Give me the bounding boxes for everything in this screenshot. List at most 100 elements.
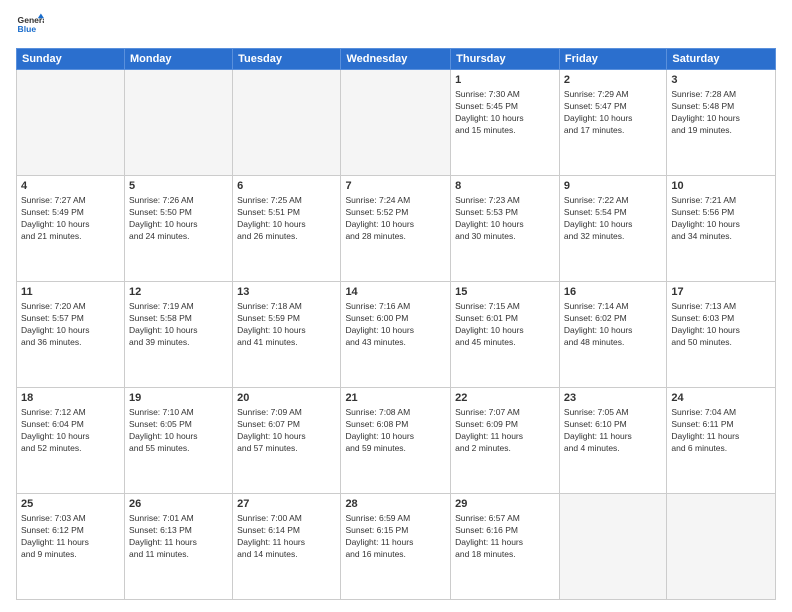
day-info: Sunrise: 7:01 AMSunset: 6:13 PMDaylight:… (129, 513, 228, 561)
day-number: 4 (21, 179, 120, 194)
calendar-table: SundayMondayTuesdayWednesdayThursdayFrid… (16, 48, 776, 600)
calendar-cell: 23Sunrise: 7:05 AMSunset: 6:10 PMDayligh… (559, 388, 666, 494)
day-number: 28 (345, 497, 446, 512)
calendar-cell: 26Sunrise: 7:01 AMSunset: 6:13 PMDayligh… (124, 494, 232, 600)
calendar-cell: 5Sunrise: 7:26 AMSunset: 5:50 PMDaylight… (124, 176, 232, 282)
day-number: 23 (564, 391, 662, 406)
day-number: 11 (21, 285, 120, 300)
day-number: 18 (21, 391, 120, 406)
calendar-week-2: 4Sunrise: 7:27 AMSunset: 5:49 PMDaylight… (17, 176, 776, 282)
calendar-week-5: 25Sunrise: 7:03 AMSunset: 6:12 PMDayligh… (17, 494, 776, 600)
day-info: Sunrise: 7:18 AMSunset: 5:59 PMDaylight:… (237, 301, 336, 349)
day-number: 20 (237, 391, 336, 406)
calendar-cell: 14Sunrise: 7:16 AMSunset: 6:00 PMDayligh… (341, 282, 451, 388)
day-info: Sunrise: 7:25 AMSunset: 5:51 PMDaylight:… (237, 195, 336, 243)
day-info: Sunrise: 7:12 AMSunset: 6:04 PMDaylight:… (21, 407, 120, 455)
day-number: 17 (671, 285, 771, 300)
calendar-week-4: 18Sunrise: 7:12 AMSunset: 6:04 PMDayligh… (17, 388, 776, 494)
weekday-header-monday: Monday (124, 49, 232, 70)
day-info: Sunrise: 7:03 AMSunset: 6:12 PMDaylight:… (21, 513, 120, 561)
day-number: 9 (564, 179, 662, 194)
calendar-cell: 29Sunrise: 6:57 AMSunset: 6:16 PMDayligh… (451, 494, 560, 600)
calendar-cell: 4Sunrise: 7:27 AMSunset: 5:49 PMDaylight… (17, 176, 125, 282)
calendar-cell: 18Sunrise: 7:12 AMSunset: 6:04 PMDayligh… (17, 388, 125, 494)
weekday-header-wednesday: Wednesday (341, 49, 451, 70)
weekday-header-row: SundayMondayTuesdayWednesdayThursdayFrid… (17, 49, 776, 70)
calendar-cell: 10Sunrise: 7:21 AMSunset: 5:56 PMDayligh… (667, 176, 776, 282)
calendar-cell: 15Sunrise: 7:15 AMSunset: 6:01 PMDayligh… (451, 282, 560, 388)
day-info: Sunrise: 7:00 AMSunset: 6:14 PMDaylight:… (237, 513, 336, 561)
calendar-cell: 9Sunrise: 7:22 AMSunset: 5:54 PMDaylight… (559, 176, 666, 282)
day-info: Sunrise: 7:28 AMSunset: 5:48 PMDaylight:… (671, 89, 771, 137)
calendar-cell: 3Sunrise: 7:28 AMSunset: 5:48 PMDaylight… (667, 70, 776, 176)
calendar-cell (233, 70, 341, 176)
day-info: Sunrise: 6:59 AMSunset: 6:15 PMDaylight:… (345, 513, 446, 561)
day-number: 3 (671, 73, 771, 88)
logo: General Blue (16, 12, 44, 40)
day-info: Sunrise: 7:10 AMSunset: 6:05 PMDaylight:… (129, 407, 228, 455)
day-number: 12 (129, 285, 228, 300)
day-number: 13 (237, 285, 336, 300)
day-number: 21 (345, 391, 446, 406)
calendar-cell: 16Sunrise: 7:14 AMSunset: 6:02 PMDayligh… (559, 282, 666, 388)
weekday-header-friday: Friday (559, 49, 666, 70)
calendar-cell: 11Sunrise: 7:20 AMSunset: 5:57 PMDayligh… (17, 282, 125, 388)
logo-icon: General Blue (16, 12, 44, 40)
day-number: 10 (671, 179, 771, 194)
calendar-cell (124, 70, 232, 176)
weekday-header-thursday: Thursday (451, 49, 560, 70)
day-number: 24 (671, 391, 771, 406)
day-info: Sunrise: 7:07 AMSunset: 6:09 PMDaylight:… (455, 407, 555, 455)
day-info: Sunrise: 7:04 AMSunset: 6:11 PMDaylight:… (671, 407, 771, 455)
day-number: 14 (345, 285, 446, 300)
calendar-cell: 21Sunrise: 7:08 AMSunset: 6:08 PMDayligh… (341, 388, 451, 494)
day-info: Sunrise: 7:13 AMSunset: 6:03 PMDaylight:… (671, 301, 771, 349)
day-number: 8 (455, 179, 555, 194)
calendar-week-3: 11Sunrise: 7:20 AMSunset: 5:57 PMDayligh… (17, 282, 776, 388)
calendar-cell: 27Sunrise: 7:00 AMSunset: 6:14 PMDayligh… (233, 494, 341, 600)
calendar-cell: 25Sunrise: 7:03 AMSunset: 6:12 PMDayligh… (17, 494, 125, 600)
calendar-cell (17, 70, 125, 176)
day-number: 1 (455, 73, 555, 88)
day-info: Sunrise: 7:09 AMSunset: 6:07 PMDaylight:… (237, 407, 336, 455)
day-info: Sunrise: 7:24 AMSunset: 5:52 PMDaylight:… (345, 195, 446, 243)
calendar-cell: 20Sunrise: 7:09 AMSunset: 6:07 PMDayligh… (233, 388, 341, 494)
day-info: Sunrise: 7:15 AMSunset: 6:01 PMDaylight:… (455, 301, 555, 349)
day-number: 7 (345, 179, 446, 194)
weekday-header-saturday: Saturday (667, 49, 776, 70)
page: General Blue SundayMondayTuesdayWednesda… (0, 0, 792, 612)
header: General Blue (16, 12, 776, 40)
day-number: 25 (21, 497, 120, 512)
calendar-cell (667, 494, 776, 600)
weekday-header-sunday: Sunday (17, 49, 125, 70)
day-info: Sunrise: 7:16 AMSunset: 6:00 PMDaylight:… (345, 301, 446, 349)
day-info: Sunrise: 7:29 AMSunset: 5:47 PMDaylight:… (564, 89, 662, 137)
calendar-cell: 7Sunrise: 7:24 AMSunset: 5:52 PMDaylight… (341, 176, 451, 282)
day-number: 29 (455, 497, 555, 512)
day-info: Sunrise: 7:21 AMSunset: 5:56 PMDaylight:… (671, 195, 771, 243)
day-number: 22 (455, 391, 555, 406)
day-number: 2 (564, 73, 662, 88)
calendar-cell: 28Sunrise: 6:59 AMSunset: 6:15 PMDayligh… (341, 494, 451, 600)
calendar-cell: 2Sunrise: 7:29 AMSunset: 5:47 PMDaylight… (559, 70, 666, 176)
day-info: Sunrise: 7:05 AMSunset: 6:10 PMDaylight:… (564, 407, 662, 455)
day-info: Sunrise: 7:19 AMSunset: 5:58 PMDaylight:… (129, 301, 228, 349)
day-number: 5 (129, 179, 228, 194)
day-info: Sunrise: 7:30 AMSunset: 5:45 PMDaylight:… (455, 89, 555, 137)
svg-text:Blue: Blue (18, 24, 37, 34)
day-number: 15 (455, 285, 555, 300)
day-info: Sunrise: 7:26 AMSunset: 5:50 PMDaylight:… (129, 195, 228, 243)
calendar-cell: 8Sunrise: 7:23 AMSunset: 5:53 PMDaylight… (451, 176, 560, 282)
day-info: Sunrise: 7:20 AMSunset: 5:57 PMDaylight:… (21, 301, 120, 349)
day-info: Sunrise: 7:27 AMSunset: 5:49 PMDaylight:… (21, 195, 120, 243)
calendar-cell: 17Sunrise: 7:13 AMSunset: 6:03 PMDayligh… (667, 282, 776, 388)
day-info: Sunrise: 7:22 AMSunset: 5:54 PMDaylight:… (564, 195, 662, 243)
calendar-cell: 22Sunrise: 7:07 AMSunset: 6:09 PMDayligh… (451, 388, 560, 494)
calendar-cell: 13Sunrise: 7:18 AMSunset: 5:59 PMDayligh… (233, 282, 341, 388)
calendar-cell: 6Sunrise: 7:25 AMSunset: 5:51 PMDaylight… (233, 176, 341, 282)
day-number: 6 (237, 179, 336, 194)
day-info: Sunrise: 6:57 AMSunset: 6:16 PMDaylight:… (455, 513, 555, 561)
calendar-week-1: 1Sunrise: 7:30 AMSunset: 5:45 PMDaylight… (17, 70, 776, 176)
day-info: Sunrise: 7:14 AMSunset: 6:02 PMDaylight:… (564, 301, 662, 349)
day-info: Sunrise: 7:08 AMSunset: 6:08 PMDaylight:… (345, 407, 446, 455)
